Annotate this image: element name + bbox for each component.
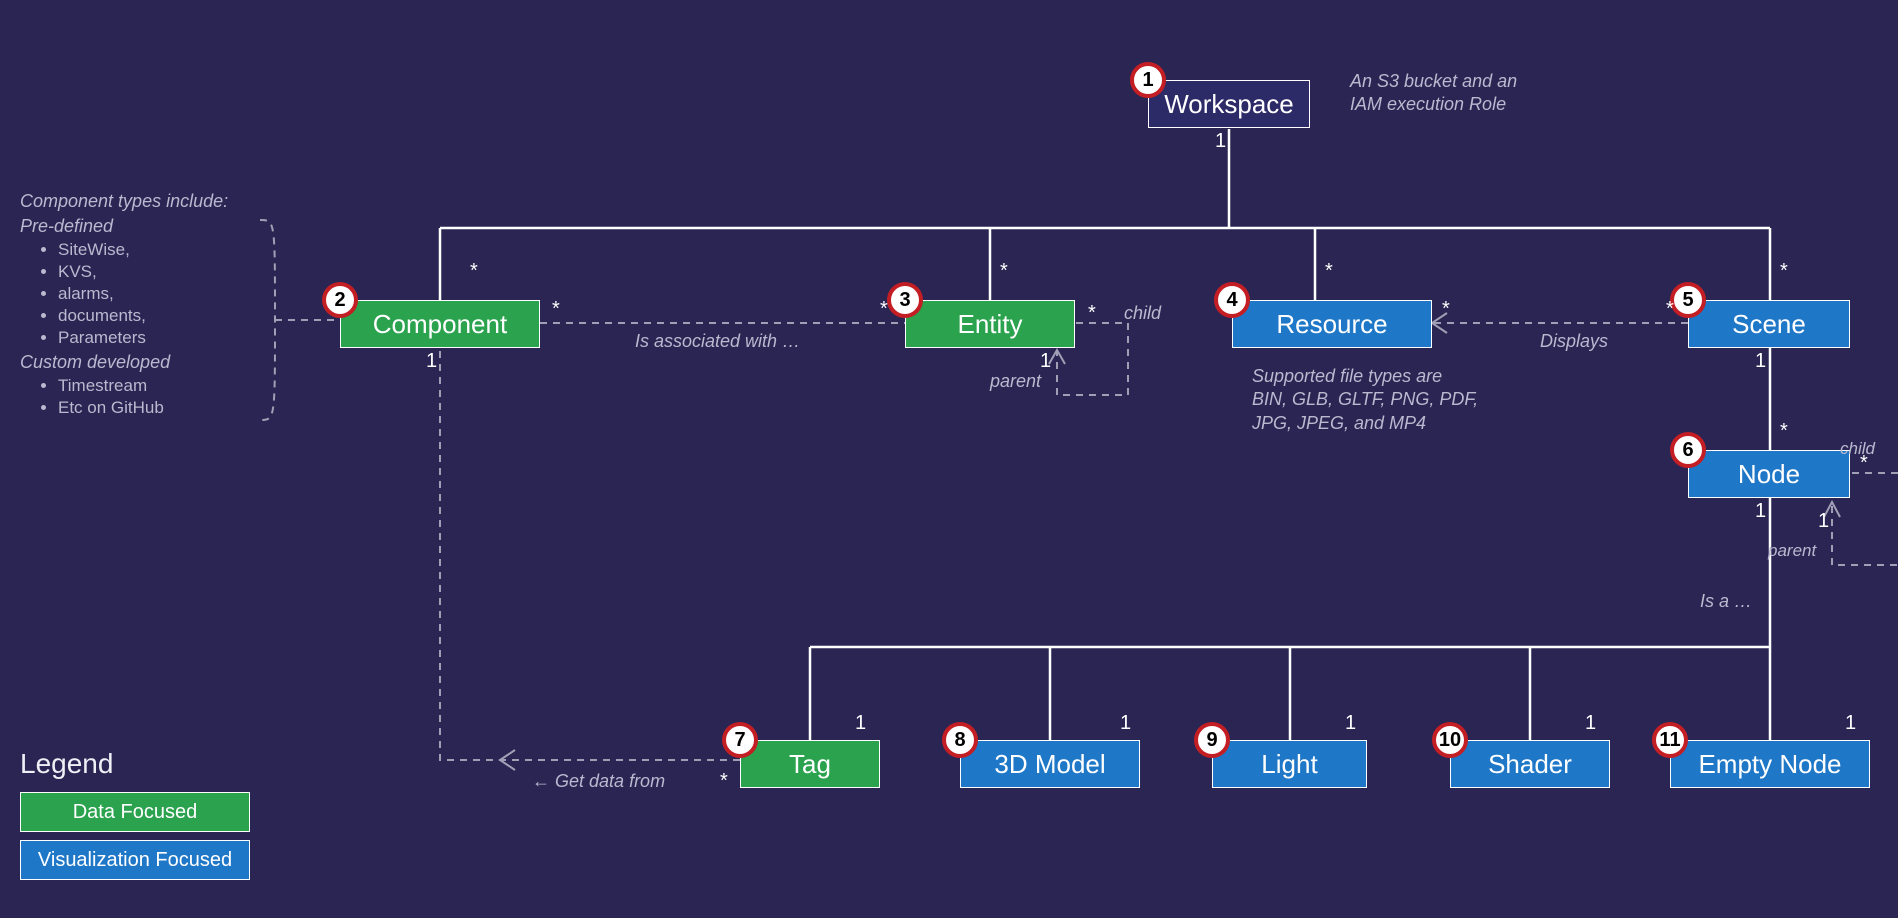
mult: 1 — [1755, 500, 1766, 523]
workspace-badge: 1 — [1130, 62, 1166, 98]
model3d-label: 3D Model — [994, 749, 1105, 780]
entity-label: Entity — [957, 309, 1022, 340]
shader-node: Shader — [1450, 740, 1610, 788]
mult: 1 — [1040, 350, 1051, 373]
emptynode-badge: 11 — [1652, 722, 1688, 758]
mult: 1 — [1818, 510, 1829, 533]
mult: 1 — [1120, 712, 1131, 735]
component-badge: 2 — [322, 282, 358, 318]
light-badge: 9 — [1194, 722, 1230, 758]
component-node: Component — [340, 300, 540, 348]
component-types-note: Component types include: Pre-defined Sit… — [20, 190, 270, 419]
node-child: child — [1840, 438, 1875, 460]
scene-badge: 5 — [1670, 282, 1706, 318]
getdata-note: ← Get data from — [532, 770, 665, 793]
mult: 1 — [1755, 350, 1766, 373]
entity-badge: 3 — [887, 282, 923, 318]
scene-node: Scene — [1688, 300, 1850, 348]
tag-label: Tag — [789, 749, 831, 780]
legend-viz-focused: Visualization Focused — [20, 840, 250, 880]
connector-layer — [0, 0, 1898, 918]
emptynode-label: Empty Node — [1698, 749, 1841, 780]
resource-node: Resource — [1232, 300, 1432, 348]
model3d-node: 3D Model — [960, 740, 1140, 788]
entity-child: child — [1124, 302, 1161, 325]
assoc-note: Is associated with … — [635, 330, 800, 353]
mult: * — [720, 770, 728, 793]
entity-parent: parent — [990, 370, 1041, 393]
resource-label: Resource — [1276, 309, 1387, 340]
tag-badge: 7 — [722, 722, 758, 758]
emptynode-node: Empty Node — [1670, 740, 1870, 788]
mult: * — [470, 260, 478, 283]
mult: * — [1000, 260, 1008, 283]
tag-node: Tag — [740, 740, 880, 788]
mult: 1 — [1845, 712, 1856, 735]
mult: * — [1442, 298, 1450, 321]
diagram-canvas: { "nodes": { "workspace": { "num": "1", … — [0, 0, 1898, 918]
node-label: Node — [1738, 459, 1800, 490]
legend: Legend Data Focused Visualization Focuse… — [20, 748, 250, 888]
component-label: Component — [373, 309, 507, 340]
model3d-badge: 8 — [942, 722, 978, 758]
shader-badge: 10 — [1432, 722, 1468, 758]
workspace-label: Workspace — [1164, 89, 1294, 120]
scene-label: Scene — [1732, 309, 1806, 340]
resource-note: Supported file types are BIN, GLB, GLTF,… — [1252, 365, 1478, 435]
node-parent: parent — [1768, 540, 1816, 562]
shader-label: Shader — [1488, 749, 1572, 780]
legend-title: Legend — [20, 748, 250, 780]
mult: * — [1088, 302, 1096, 325]
mult: 1 — [426, 350, 437, 373]
entity-node: Entity — [905, 300, 1075, 348]
mult: 1 — [1345, 712, 1356, 735]
light-node: Light — [1212, 740, 1367, 788]
legend-data-focused: Data Focused — [20, 792, 250, 832]
node-node: Node — [1688, 450, 1850, 498]
isa-note: Is a … — [1700, 590, 1752, 613]
light-label: Light — [1261, 749, 1317, 780]
mult: * — [1325, 260, 1333, 283]
workspace-node: Workspace — [1148, 80, 1310, 128]
resource-badge: 4 — [1214, 282, 1250, 318]
mult: 1 — [855, 712, 866, 735]
workspace-note: An S3 bucket and an IAM execution Role — [1350, 70, 1517, 117]
mult: 1 — [1585, 712, 1596, 735]
mult: * — [1780, 260, 1788, 283]
displays-note: Displays — [1540, 330, 1608, 353]
mult: * — [880, 298, 888, 321]
mult: * — [552, 298, 560, 321]
node-badge: 6 — [1670, 432, 1706, 468]
mult: * — [1780, 420, 1788, 443]
mult: * — [1666, 298, 1674, 321]
mult: 1 — [1215, 130, 1226, 153]
